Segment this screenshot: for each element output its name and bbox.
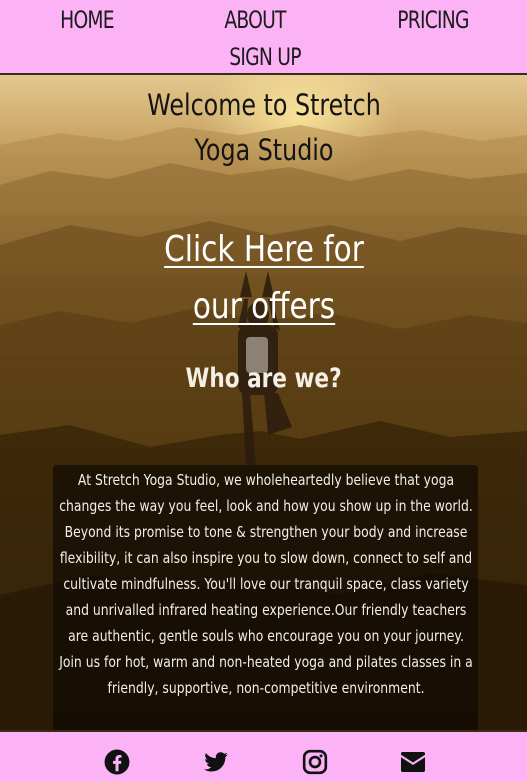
about-paragraph: At Stretch Yoga Studio, we wholeheartedl… (53, 467, 478, 701)
page-title: Welcome to Stretch Yoga Studio (0, 83, 527, 173)
section-heading: Who are we? (0, 363, 527, 394)
instagram-icon[interactable] (302, 749, 328, 775)
offers-link[interactable]: Click Here for our offers (141, 221, 387, 335)
nav-link-about[interactable]: ABOUT (218, 8, 293, 32)
offers-link-wrapper: Click Here for our offers (0, 221, 527, 335)
nav-link-home[interactable]: HOME (55, 8, 119, 32)
hero-section: Welcome to Stretch Yoga Studio Click Her… (0, 75, 527, 730)
page-title-text: Welcome to Stretch Yoga Studio (146, 88, 381, 167)
footer-social-bar (0, 730, 527, 781)
about-paragraph-text: At Stretch Yoga Studio, we wholeheartedl… (59, 471, 473, 697)
nav-link-pricing[interactable]: PRICING (392, 8, 473, 32)
envelope-icon[interactable] (400, 751, 426, 777)
facebook-icon[interactable] (104, 749, 130, 775)
section-heading-text: Who are we? (185, 363, 342, 394)
top-navigation: HOME ABOUT PRICING SIGN UP (0, 0, 527, 75)
twitter-icon[interactable] (203, 749, 229, 775)
nav-link-sign-up[interactable]: SIGN UP (224, 45, 305, 69)
